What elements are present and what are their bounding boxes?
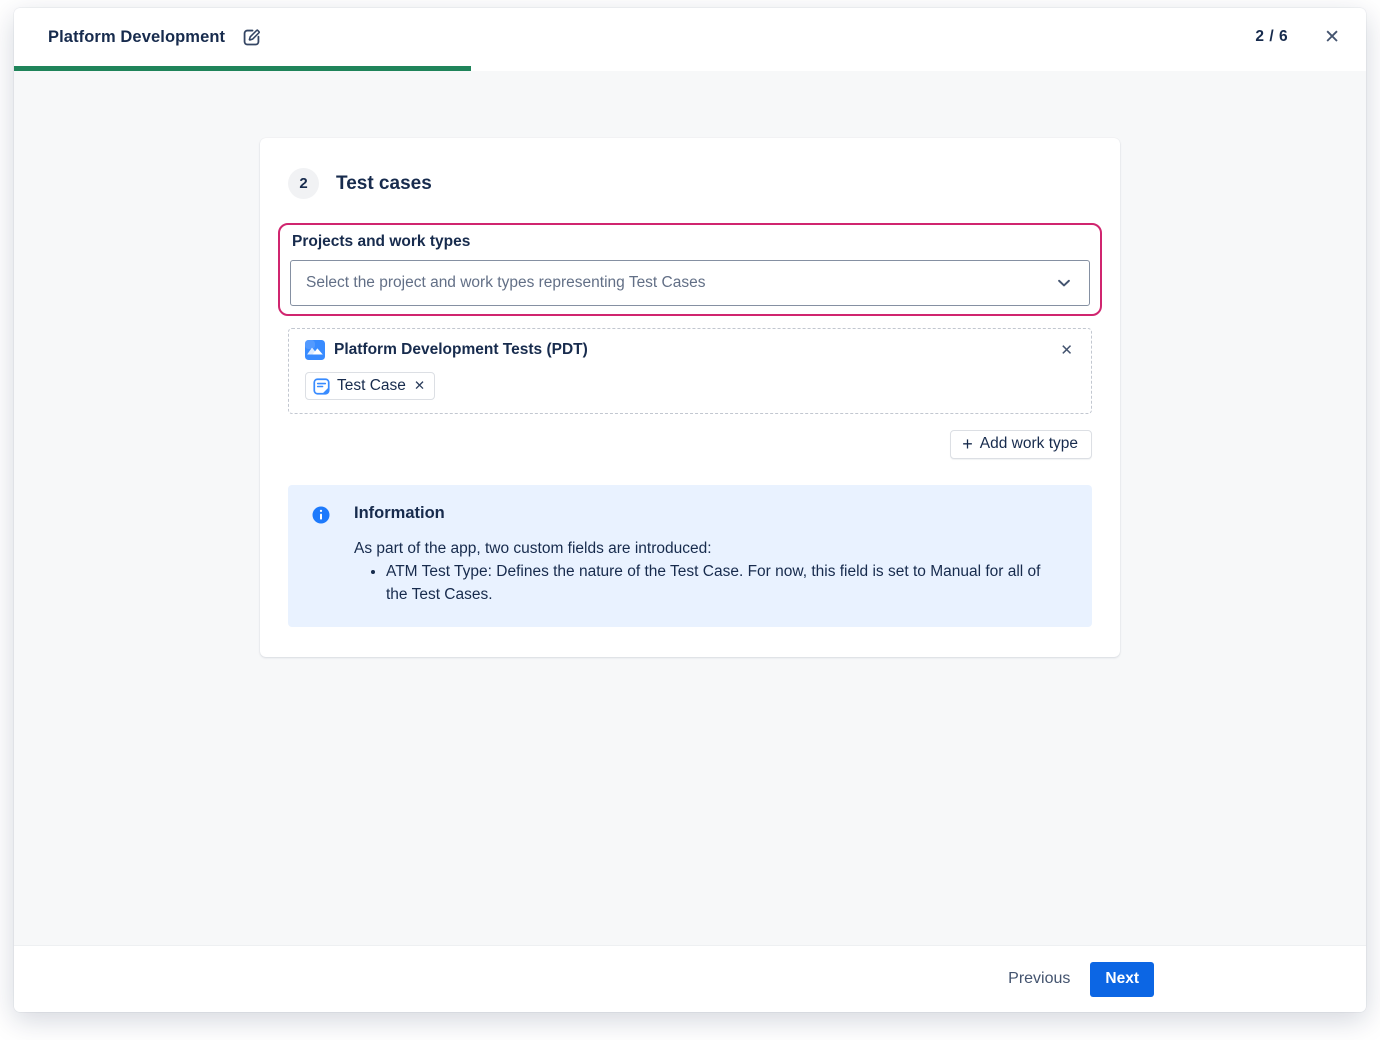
projects-field-spotlight: Projects and work types Select the proje… (278, 223, 1102, 316)
edit-icon (241, 27, 262, 48)
selected-project-box: Platform Development Tests (PDT) ✕ (288, 328, 1092, 414)
remove-project-button[interactable]: ✕ (1056, 341, 1077, 360)
info-bullet: ATM Test Type: Defines the nature of the… (386, 560, 1062, 606)
add-worktype-button[interactable]: + Add work type (950, 430, 1092, 459)
info-title: Information (354, 504, 1062, 523)
remove-worktype-icon: ✕ (414, 378, 425, 393)
project-avatar-icon (305, 340, 325, 360)
edit-title-button[interactable] (239, 25, 264, 50)
info-intro: As part of the app, two custom fields ar… (354, 537, 1062, 560)
projects-select[interactable]: Select the project and work types repres… (290, 260, 1090, 306)
add-worktype-label: Add work type (980, 435, 1078, 453)
chevron-down-icon (1055, 274, 1073, 292)
step-counter: 2 / 6 (1255, 28, 1288, 46)
worktype-chip-row: Test Case ✕ (305, 372, 1077, 400)
info-bullet-list: ATM Test Type: Defines the nature of the… (354, 560, 1062, 606)
next-button[interactable]: Next (1090, 962, 1154, 997)
close-button[interactable]: ✕ (1318, 24, 1346, 51)
wizard-modal: Platform Development 2 / 6 ✕ 2 Test case… (14, 8, 1366, 1012)
modal-body: 2 Test cases Projects and work types Sel… (14, 71, 1366, 945)
info-content: Information As part of the app, two cust… (354, 504, 1062, 606)
step-header: 2 Test cases (288, 168, 1092, 199)
plus-icon: + (962, 435, 973, 453)
info-icon (312, 504, 330, 606)
previous-button[interactable]: Previous (1006, 964, 1072, 994)
projects-select-placeholder: Select the project and work types repres… (306, 274, 1055, 292)
project-name: Platform Development Tests (PDT) (334, 341, 1056, 359)
test-case-icon (313, 378, 330, 395)
step-title: Test cases (336, 173, 432, 195)
project-row: Platform Development Tests (PDT) ✕ (305, 340, 1077, 360)
remove-project-icon: ✕ (1060, 342, 1073, 359)
worktype-chip: Test Case ✕ (305, 372, 435, 400)
add-worktype-row: + Add work type (288, 430, 1092, 459)
remove-worktype-button[interactable]: ✕ (413, 379, 426, 393)
worktype-chip-label: Test Case (337, 377, 406, 395)
projects-field-label: Projects and work types (290, 232, 1090, 251)
modal-header: Platform Development 2 / 6 ✕ (14, 8, 1366, 66)
step-card: 2 Test cases Projects and work types Sel… (260, 138, 1120, 657)
close-icon: ✕ (1324, 27, 1340, 48)
information-panel: Information As part of the app, two cust… (288, 485, 1092, 627)
step-number-badge: 2 (288, 168, 319, 199)
modal-title: Platform Development (48, 28, 225, 47)
modal-footer: Previous Next (14, 945, 1366, 1012)
